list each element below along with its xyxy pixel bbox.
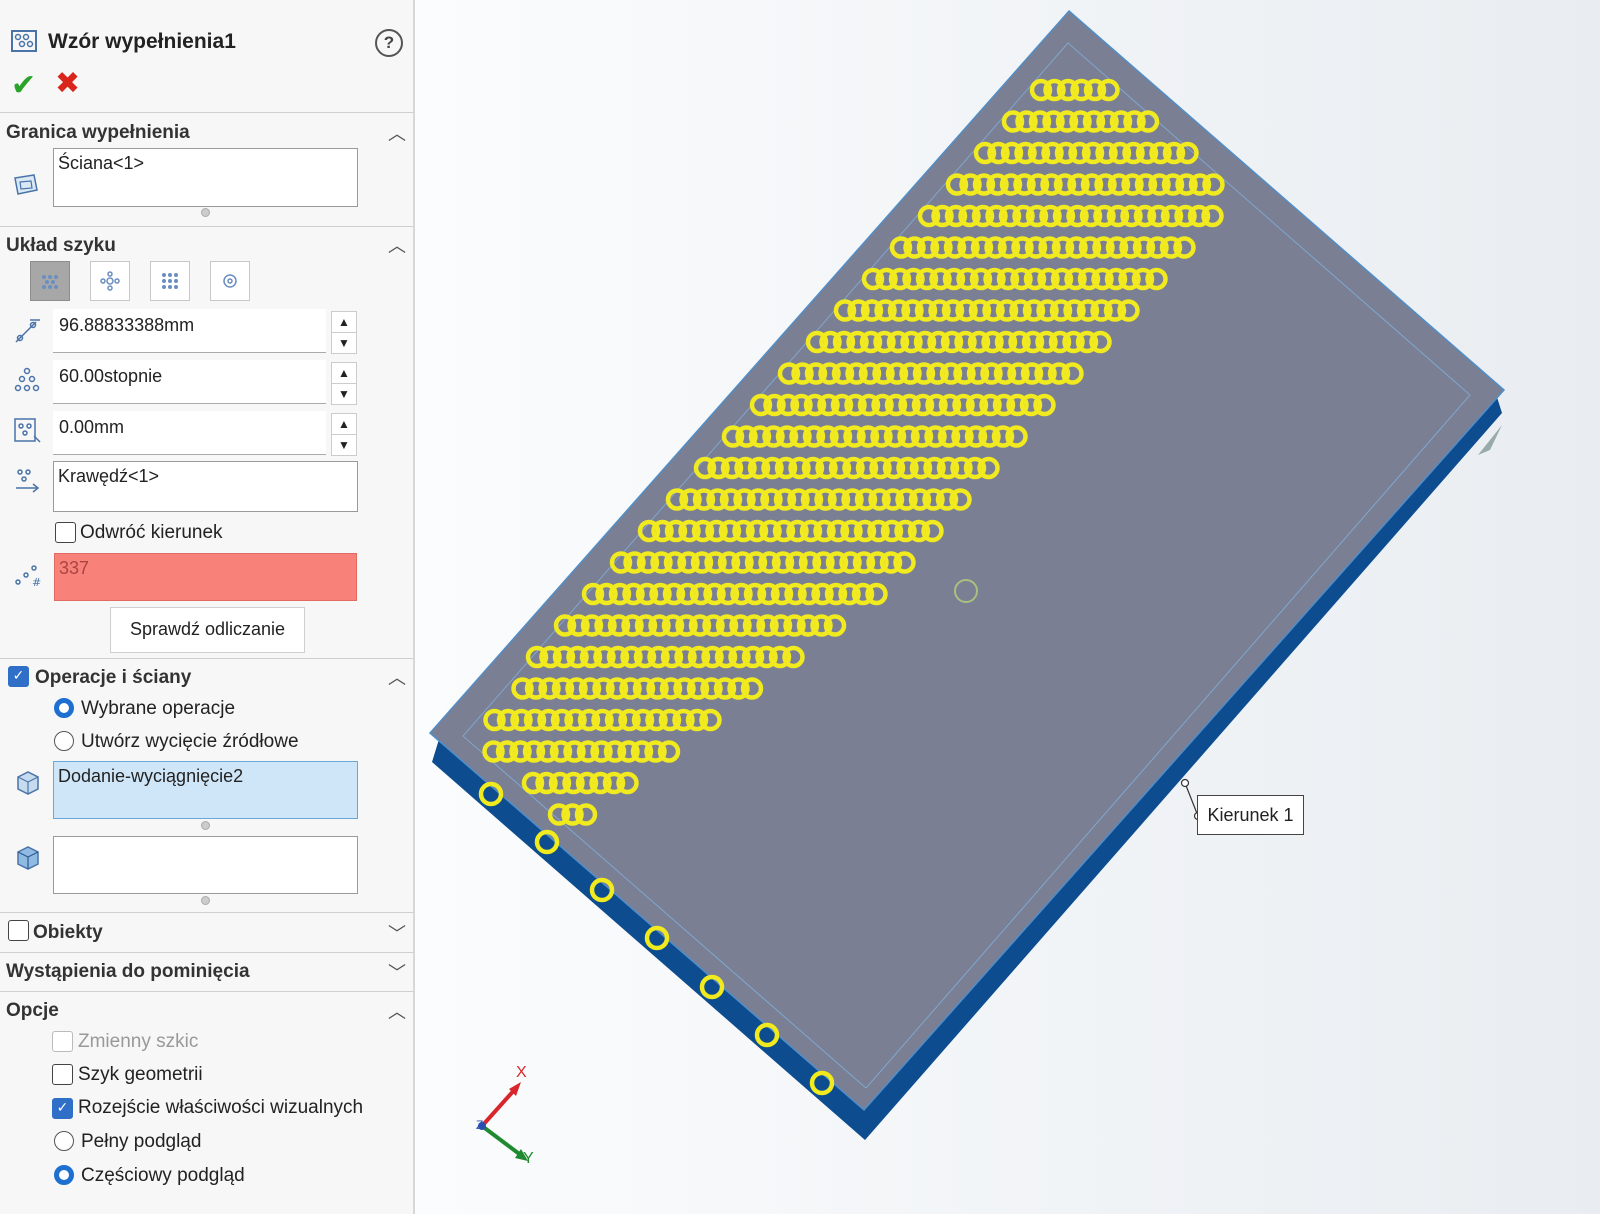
axis-z-label: Z [476,1118,484,1132]
pattern-direction-icon [16,469,40,493]
angle-input[interactable]: 60.00stopnie [53,360,326,404]
direction-selection-box[interactable]: Krawędź<1> [53,461,358,512]
close-icon[interactable]: ✖ [55,66,80,101]
chevron-up-icon[interactable]: ︿ [388,232,406,258]
margin-spinbox[interactable]: 0.00mm ▲ ▼ [53,411,357,456]
chevron-down-icon[interactable]: ﹀ [388,920,406,946]
propagate-visual-label: Rozejście właściwości wizualnych [78,1097,364,1118]
spin-down-icon[interactable]: ▼ [331,434,357,456]
feature-select-icon [17,771,39,795]
chevron-up-icon[interactable]: ︿ [388,664,406,690]
section-bodies-header[interactable]: Obiekty [33,922,103,944]
full-preview-label: Pełny podgląd [81,1131,202,1152]
spin-down-icon[interactable]: ▼ [331,383,357,405]
spin-down-icon[interactable]: ▼ [331,332,357,354]
chevron-up-icon[interactable]: ︿ [388,998,406,1024]
features-faces-checkbox[interactable]: ✓ [8,666,29,687]
propagate-visual-checkbox[interactable]: ✓ [52,1098,73,1119]
face-select-icon [14,174,38,195]
spin-up-icon[interactable]: ▲ [331,413,357,435]
spacing-spinbox[interactable]: 96.88833388mm ▲ ▼ [53,309,357,354]
fill-pattern-feature-icon [11,30,37,52]
full-preview-radio[interactable] [54,1131,74,1151]
section-features-faces-header[interactable]: Operacje i ściany [35,667,191,689]
geometry-pattern-label: Szyk geometrii [78,1064,203,1085]
chevron-down-icon[interactable]: ﹀ [388,959,406,985]
graphics-viewport[interactable] [415,0,1600,1214]
resize-handle[interactable] [201,896,210,905]
create-seed-cut-radio[interactable] [54,731,74,751]
divider [0,912,413,913]
divider [0,952,413,953]
geometry-pattern-checkbox[interactable] [52,1064,73,1085]
layout-circular-button[interactable] [90,261,130,301]
resize-handle[interactable] [201,208,210,217]
divider [0,991,413,992]
checkmark-icon[interactable]: ✔ [11,68,36,103]
reverse-direction-label: Odwróć kierunek [80,522,223,543]
svg-text:#: # [32,576,41,589]
boundary-selection-box[interactable]: Ściana<1> [53,148,358,207]
partial-preview-radio[interactable] [54,1165,74,1185]
variable-sketch-label: Zmienny szkic [78,1031,199,1052]
layout-perforation-button[interactable] [30,261,70,301]
section-pattern-layout-header[interactable]: Układ szyku [6,235,116,257]
layout-square-button[interactable] [150,261,190,301]
section-instances-to-skip-header[interactable]: Wystąpienia do pominięcia [6,961,250,983]
resize-handle[interactable] [201,821,210,830]
margin-input[interactable]: 0.00mm [53,411,326,455]
instance-count-field: 337 [54,553,357,601]
variable-sketch-checkbox [52,1031,73,1052]
check-count-button[interactable]: Sprawdź odliczanie [110,607,305,653]
divider [0,112,413,113]
square-layout-icon [162,273,178,289]
face-body-select-icon [17,846,39,870]
margin-icon [14,418,41,443]
selected-features-label: Wybrane operacje [81,698,236,719]
selected-features-radio[interactable] [54,698,74,718]
divider [0,226,413,227]
selected-features-box[interactable]: Dodanie-wyciągnięcie2 [53,761,358,819]
chevron-up-icon[interactable]: ︿ [388,120,406,146]
divider [0,658,413,659]
create-seed-cut-label: Utwórz wycięcie źródłowe [81,731,299,752]
spin-up-icon[interactable]: ▲ [331,362,357,384]
bodies-checkbox[interactable] [8,920,29,941]
spacing-input[interactable]: 96.88833388mm [53,309,326,353]
partial-preview-label: Częściowy podgląd [81,1165,245,1186]
angle-spinbox[interactable]: 60.00stopnie ▲ ▼ [53,360,357,405]
reverse-direction-checkbox[interactable] [55,522,76,543]
panel-title: Wzór wypełnienia1 [48,30,236,53]
circular-layout-icon [100,271,120,291]
faces-selection-box[interactable] [53,836,358,894]
stagger-angle-icon [14,367,40,392]
polygon-layout-icon [223,274,237,288]
spin-up-icon[interactable]: ▲ [331,311,357,333]
layout-polygon-button[interactable] [210,261,250,301]
property-manager-panel: Wzór wypełnienia1 ? ✔ ✖ Granica wypełnie… [0,0,415,1214]
axis-x-label: X [516,1064,527,1081]
instance-count-icon: # [15,565,41,589]
section-fill-boundary-header[interactable]: Granica wypełnienia [6,122,190,144]
section-options-header[interactable]: Opcje [6,1000,59,1022]
instance-spacing-icon [15,319,40,343]
direction-callout: Kierunek 1 [1197,795,1304,835]
perforation-layout-icon [42,275,58,289]
help-icon[interactable]: ? [375,29,403,57]
axis-y-label: Y [523,1150,534,1167]
